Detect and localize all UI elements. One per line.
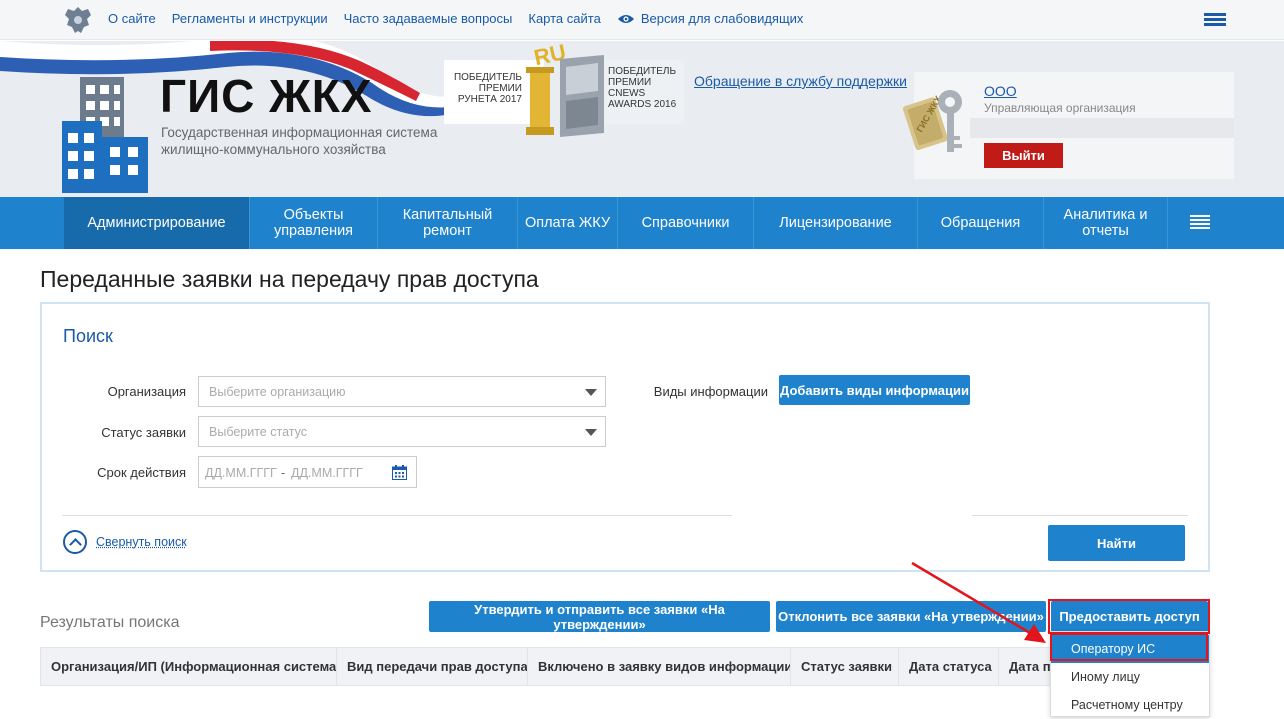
results-table-header: Организация/ИП (Информационная система) …: [40, 647, 1210, 686]
link-sitemap[interactable]: Карта сайта: [528, 11, 600, 26]
logo-building-icon: [62, 77, 148, 193]
logo-title: ГИС ЖКХ: [160, 70, 373, 122]
info-types-label: Виды информации: [653, 384, 768, 399]
link-faq[interactable]: Часто задаваемые вопросы: [344, 11, 513, 26]
results-title: Результаты поиска: [40, 614, 180, 631]
logo-subtitle: Государственная информационная система ж…: [161, 124, 437, 158]
top-links: О сайте Регламенты и инструкции Часто за…: [108, 11, 803, 26]
support-link[interactable]: Обращение в службу поддержки: [694, 73, 907, 89]
column-header[interactable]: Организация/ИП (Информационная система): [41, 648, 337, 685]
chevron-down-icon: [585, 429, 597, 436]
column-header[interactable]: Дата статуса: [899, 648, 999, 685]
column-header[interactable]: Включено в заявку видов информации: [528, 648, 791, 685]
user-org-link[interactable]: ООО: [984, 83, 1017, 99]
search-title: Поиск: [63, 326, 113, 346]
collapse-search-toggle[interactable]: Свернуть поиск: [63, 530, 187, 554]
coat-of-arms-icon: [65, 7, 91, 33]
page-title: Переданные заявки на передачу прав досту…: [40, 266, 539, 292]
link-accessibility[interactable]: Версия для слабовидящих: [617, 11, 804, 26]
period-label: Срок действия: [97, 465, 186, 480]
org-select[interactable]: Выберите организацию: [198, 376, 606, 407]
search-panel: Поиск Организация Выберите организацию С…: [40, 302, 1210, 572]
top-bar: О сайте Регламенты и инструкции Часто за…: [0, 0, 1284, 40]
highlight-box: [1048, 599, 1210, 634]
menu-item-settlement-center[interactable]: Расчетному центру: [1051, 691, 1209, 719]
status-select[interactable]: Выберите статус: [198, 416, 606, 447]
nav-appeals[interactable]: Обращения: [918, 197, 1044, 249]
approve-all-button[interactable]: Утвердить и отправить все заявки «На утв…: [429, 601, 770, 632]
award-trophy-icon: RU: [526, 41, 604, 137]
eye-icon: [617, 14, 634, 23]
search-divider: [972, 515, 1188, 516]
award-cnews-line: CNEWS: [608, 88, 646, 99]
highlight-box: [1050, 633, 1208, 661]
nav-managed-objects[interactable]: Объекты управления: [250, 197, 378, 249]
collapse-search-label: Свернуть поиск: [96, 535, 187, 549]
org-label: Организация: [107, 384, 186, 399]
menu-icon[interactable]: [1204, 13, 1226, 27]
award-runet-line: РУНЕТА 2017: [457, 94, 522, 105]
nav-analytics[interactable]: Аналитика и отчеты: [1044, 197, 1168, 249]
column-header[interactable]: Статус заявки: [791, 648, 899, 685]
award-cnews: ПОБЕДИТЕЛЬ ПРЕМИИ CNEWS AWARDS 2016: [604, 60, 684, 124]
logo-subtitle-line-2: жилищно-коммунального хозяйства: [161, 142, 386, 157]
reject-all-button[interactable]: Отклонить все заявки «На утверждении»: [776, 601, 1046, 632]
award-cnews-line: AWARDS 2016: [608, 99, 677, 110]
chevron-up-icon: [63, 530, 87, 554]
nav-payment[interactable]: Оплата ЖКУ: [518, 197, 618, 249]
user-panel: ГИС ЖКХ ООО Управляющая организация Выйт…: [902, 72, 1234, 179]
chevron-down-icon: [585, 389, 597, 396]
nav-administration[interactable]: Администрирование: [64, 197, 250, 249]
org-placeholder: Выберите организацию: [209, 385, 346, 399]
logo-subtitle-line-1: Государственная информационная система: [161, 125, 438, 140]
date-to-placeholder: ДД.ММ.ГГГГ: [291, 466, 363, 480]
nav-references[interactable]: Справочники: [618, 197, 754, 249]
status-label: Статус заявки: [101, 425, 186, 440]
status-placeholder: Выберите статус: [209, 425, 307, 439]
link-regulations[interactable]: Регламенты и инструкции: [172, 11, 328, 26]
date-separator: -: [281, 466, 286, 480]
nav-licensing[interactable]: Лицензирование: [754, 197, 918, 249]
nav-capital-repair[interactable]: Капитальный ремонт: [378, 197, 518, 249]
award-cnews-line: ПОБЕДИТЕЛЬ: [608, 66, 677, 77]
keys-icon: ГИС ЖКХ: [902, 90, 962, 152]
link-about[interactable]: О сайте: [108, 11, 156, 26]
column-header[interactable]: Вид передачи прав доступа: [337, 648, 528, 685]
main-nav: Администрирование Объекты управления Кап…: [0, 197, 1284, 249]
nav-more-icon[interactable]: [1190, 215, 1210, 231]
calendar-icon[interactable]: [392, 465, 407, 480]
find-button[interactable]: Найти: [1048, 525, 1185, 561]
header: ГИС ЖКХ Государственная информационная с…: [0, 41, 1284, 197]
search-divider: [62, 515, 732, 516]
add-info-types-button[interactable]: Добавить виды информации: [779, 375, 970, 405]
user-info-stripe: [970, 118, 1234, 138]
menu-item-other-person[interactable]: Иному лицу: [1051, 663, 1209, 691]
award-runet-line: ПРЕМИИ: [478, 83, 522, 94]
user-role: Управляющая организация: [984, 101, 1136, 115]
logout-button[interactable]: Выйти: [984, 143, 1063, 168]
award-cnews-line: ПРЕМИИ: [608, 77, 652, 88]
award-runet-line: ПОБЕДИТЕЛЬ: [453, 72, 522, 83]
accessibility-label: Версия для слабовидящих: [640, 11, 804, 26]
date-from-placeholder: ДД.ММ.ГГГГ: [205, 466, 277, 480]
period-date-range[interactable]: ДД.ММ.ГГГГ - ДД.ММ.ГГГГ: [198, 456, 417, 488]
